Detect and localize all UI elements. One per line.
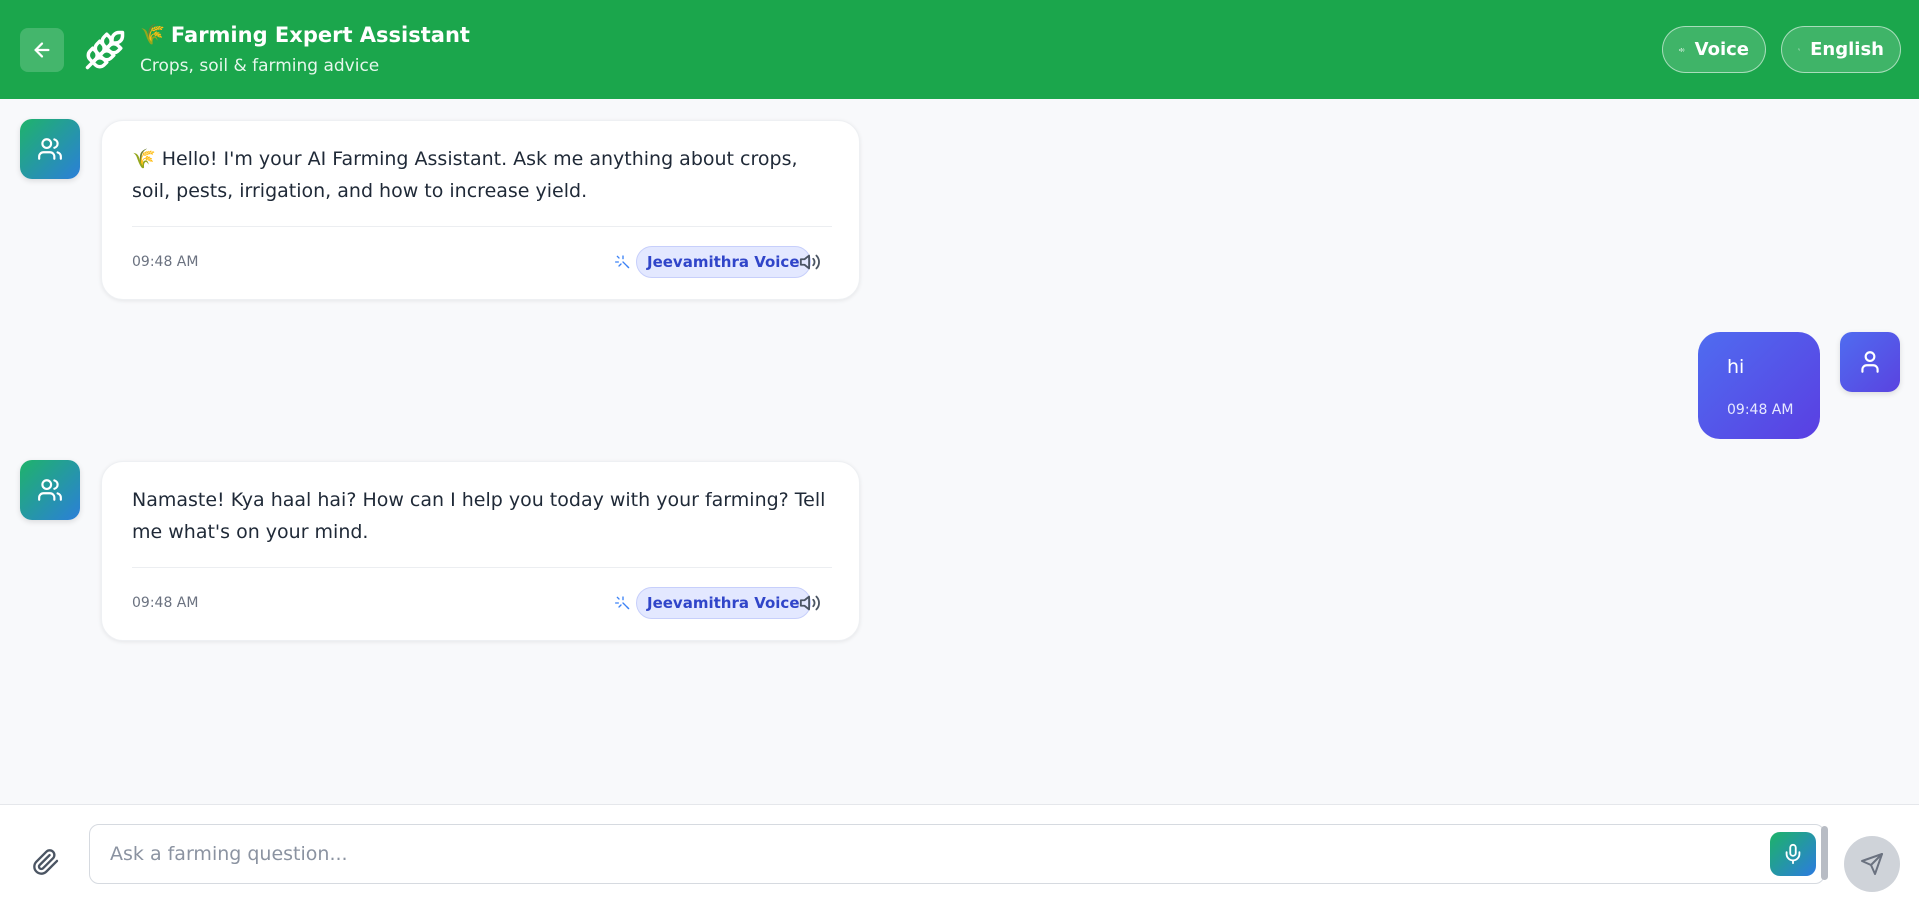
- message-time: 09:48 AM: [132, 595, 199, 611]
- wheat-icon: [85, 30, 125, 70]
- message-divider: [132, 226, 832, 227]
- voice-button[interactable]: Voice: [1662, 26, 1766, 73]
- sparkle-icon: [615, 596, 630, 610]
- sparkle-icon: [615, 255, 630, 269]
- message-input-box: [89, 824, 1825, 884]
- send-button[interactable]: [1844, 836, 1900, 892]
- translate-icon: [1798, 48, 1801, 51]
- mic-icon: [1785, 843, 1801, 865]
- send-icon: [1861, 853, 1883, 875]
- bot-message: Namaste! Kya haal hai? How can I help yo…: [101, 461, 860, 641]
- paperclip-icon[interactable]: [32, 848, 60, 876]
- language-button[interactable]: English: [1781, 26, 1901, 73]
- bot-message: 🌾 Hello! I'm your AI Farming Assistant. …: [101, 120, 860, 300]
- speaker-icon: [1679, 47, 1685, 52]
- voice-button-label: Voice: [1694, 39, 1749, 60]
- input-scrollbar[interactable]: [1821, 826, 1828, 880]
- page-title: Farming Expert Assistant: [170, 22, 470, 47]
- message-divider: [132, 567, 832, 568]
- bot-avatar: [20, 119, 80, 179]
- header-title-group: 🌾 Farming Expert Assistant Crops, soil &…: [140, 22, 470, 77]
- user-avatar: [1840, 332, 1900, 392]
- play-audio-icon[interactable]: [799, 251, 821, 273]
- message-text: Namaste! Kya haal hai? How can I help yo…: [132, 489, 826, 543]
- users-icon: [38, 479, 62, 501]
- message-time: 09:48 AM: [1727, 402, 1794, 418]
- user-icon: [1861, 351, 1879, 373]
- message-input[interactable]: [110, 825, 1740, 882]
- arrow-left-icon: [34, 42, 50, 58]
- back-button[interactable]: [20, 28, 64, 72]
- page-subtitle: Crops, soil & farming advice: [140, 56, 380, 76]
- voice-badge: Jeevamithra Voice: [636, 246, 811, 278]
- mic-button[interactable]: [1770, 832, 1816, 876]
- app-header: 🌾 Farming Expert Assistant Crops, soil &…: [0, 0, 1919, 99]
- play-audio-icon[interactable]: [799, 592, 821, 614]
- voice-badge: Jeevamithra Voice: [636, 587, 811, 619]
- message-text: 🌾 Hello! I'm your AI Farming Assistant. …: [132, 148, 798, 202]
- user-message: hi 09:48 AM: [1698, 332, 1820, 439]
- users-icon: [38, 138, 62, 160]
- bot-avatar: [20, 460, 80, 520]
- language-button-label: English: [1810, 39, 1884, 60]
- message-time: 09:48 AM: [132, 254, 199, 270]
- message-text: hi: [1727, 356, 1745, 378]
- wheat-emoji-icon: 🌾: [140, 24, 165, 46]
